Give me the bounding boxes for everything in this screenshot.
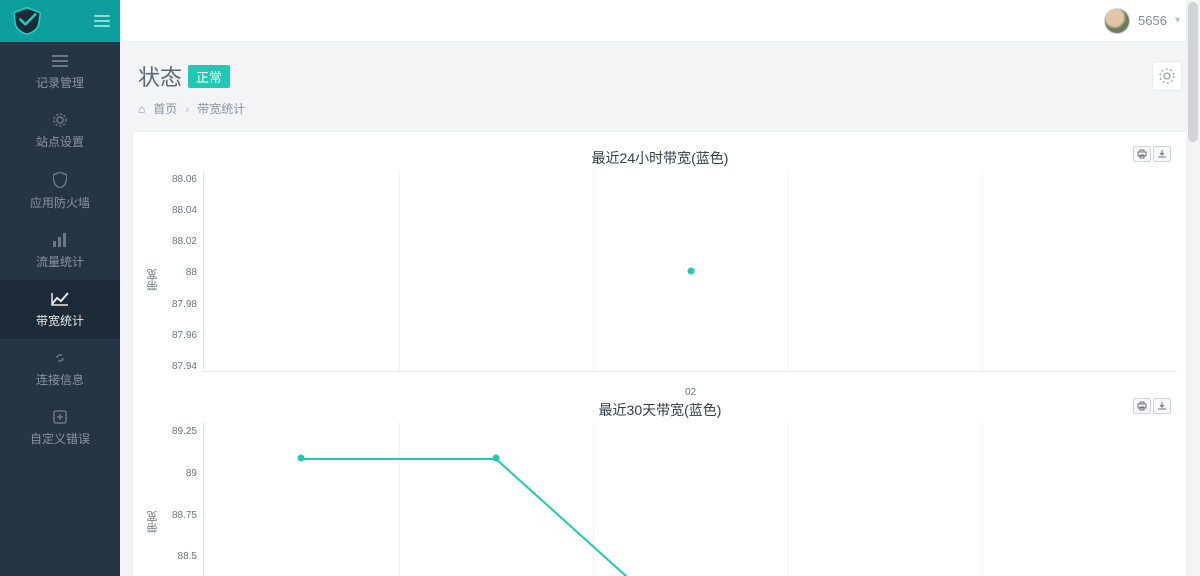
sidebar-item-label: 应用防火墙 — [30, 194, 90, 211]
page-header: 状态 正常 — [132, 52, 1188, 100]
line-segment — [301, 458, 496, 460]
print-button[interactable] — [1133, 398, 1151, 414]
line-segment — [495, 458, 749, 576]
title-block: 状态 正常 — [138, 60, 230, 92]
print-icon — [1137, 401, 1147, 411]
y-axis: 89.25 89 88.75 88.5 88.25 — [163, 422, 203, 576]
avatar — [1104, 8, 1130, 34]
print-button[interactable] — [1133, 146, 1151, 162]
chart-30d: 最近30天带宽(蓝色) 带宽 89.25 89 — [143, 394, 1177, 576]
user-name: 5656 — [1138, 13, 1167, 28]
download-icon — [1157, 149, 1167, 159]
status-badge: 正常 — [188, 65, 230, 88]
scrollbar[interactable] — [1186, 0, 1200, 576]
chart-plot: 带宽 89.25 89 88.75 88.5 88.25 — [143, 422, 1177, 576]
main: 5656 ▾ 状态 正常 ⌂ 首页 › 带宽统计 — [120, 0, 1200, 576]
sidebar-item-site-settings[interactable]: 站点设置 — [0, 101, 120, 160]
download-button[interactable] — [1153, 398, 1171, 414]
sidebar-item-records[interactable]: 记录管理 — [0, 42, 120, 101]
chart-24h: 最近24小时带宽(蓝色) 带宽 88.06 88.04 — [143, 142, 1177, 390]
sidebar-item-connections[interactable]: 连接信息 — [0, 339, 120, 398]
link-icon — [52, 351, 68, 365]
download-icon — [1157, 401, 1167, 411]
data-point — [492, 455, 499, 462]
logo-bar — [0, 0, 120, 42]
print-icon — [1137, 149, 1147, 159]
nav: 记录管理 站点设置 应用防火墙 流量统计 带宽统计 连接信息 — [0, 42, 120, 576]
breadcrumb-current: 带宽统计 — [197, 100, 245, 117]
download-button[interactable] — [1153, 146, 1171, 162]
settings-button[interactable] — [1152, 61, 1182, 91]
breadcrumb-home[interactable]: 首页 — [153, 100, 177, 117]
y-axis-label: 带宽 — [143, 269, 163, 291]
sidebar-item-bandwidth[interactable]: 带宽统计 — [0, 280, 120, 339]
sidebar-item-waf[interactable]: 应用防火墙 — [0, 160, 120, 221]
sidebar-item-label: 站点设置 — [36, 133, 84, 150]
chart-title: 最近24小时带宽(蓝色) — [143, 142, 1177, 170]
shield-icon — [53, 172, 67, 188]
page-title: 状态 — [138, 60, 182, 92]
line-chart-icon — [51, 292, 69, 306]
chart-toolbar — [1133, 146, 1171, 162]
content: 状态 正常 ⌂ 首页 › 带宽统计 最近24小时带宽(蓝色) — [120, 42, 1200, 576]
sidebar-item-label: 带宽统计 — [36, 312, 84, 329]
sidebar-item-label: 流量统计 — [36, 253, 84, 270]
breadcrumb: ⌂ 首页 › 带宽统计 — [132, 100, 1188, 131]
scrollbar-thumb[interactable] — [1188, 2, 1198, 142]
chevron-down-icon: ▾ — [1175, 15, 1180, 26]
gear-icon — [53, 113, 67, 127]
list-icon — [52, 54, 68, 68]
chart-card: 最近24小时带宽(蓝色) 带宽 88.06 88.04 — [132, 131, 1188, 576]
sidebar-item-custom-error[interactable]: 自定义错误 — [0, 398, 120, 457]
chart-toolbar — [1133, 398, 1171, 414]
gear-icon — [1159, 68, 1175, 84]
sidebar: 记录管理 站点设置 应用防火墙 流量统计 带宽统计 连接信息 — [0, 0, 120, 576]
sidebar-item-traffic[interactable]: 流量统计 — [0, 221, 120, 280]
topbar: 5656 ▾ — [120, 0, 1200, 42]
user-menu[interactable]: 5656 ▾ — [1104, 8, 1180, 34]
plus-square-icon — [53, 410, 67, 424]
data-point — [298, 455, 305, 462]
y-axis: 88.06 88.04 88.02 88 87.98 87.96 87.94 — [163, 170, 203, 390]
sidebar-item-label: 连接信息 — [36, 371, 84, 388]
y-axis-label: 带宽 — [143, 511, 163, 533]
plot-area[interactable]: 02 — [203, 170, 1177, 372]
breadcrumb-sep: › — [185, 102, 189, 116]
data-point — [687, 267, 694, 274]
menu-toggle-icon[interactable] — [94, 15, 110, 27]
bar-chart-icon — [52, 233, 68, 247]
chart-title: 最近30天带宽(蓝色) — [143, 394, 1177, 422]
home-icon: ⌂ — [138, 102, 145, 116]
sidebar-item-label: 记录管理 — [36, 74, 84, 91]
chart-plot: 带宽 88.06 88.04 88.02 88 87.98 87.96 87.9… — [143, 170, 1177, 390]
sidebar-item-label: 自定义错误 — [30, 430, 90, 447]
app-shield-icon — [10, 6, 44, 36]
plot-area[interactable] — [203, 422, 1177, 576]
